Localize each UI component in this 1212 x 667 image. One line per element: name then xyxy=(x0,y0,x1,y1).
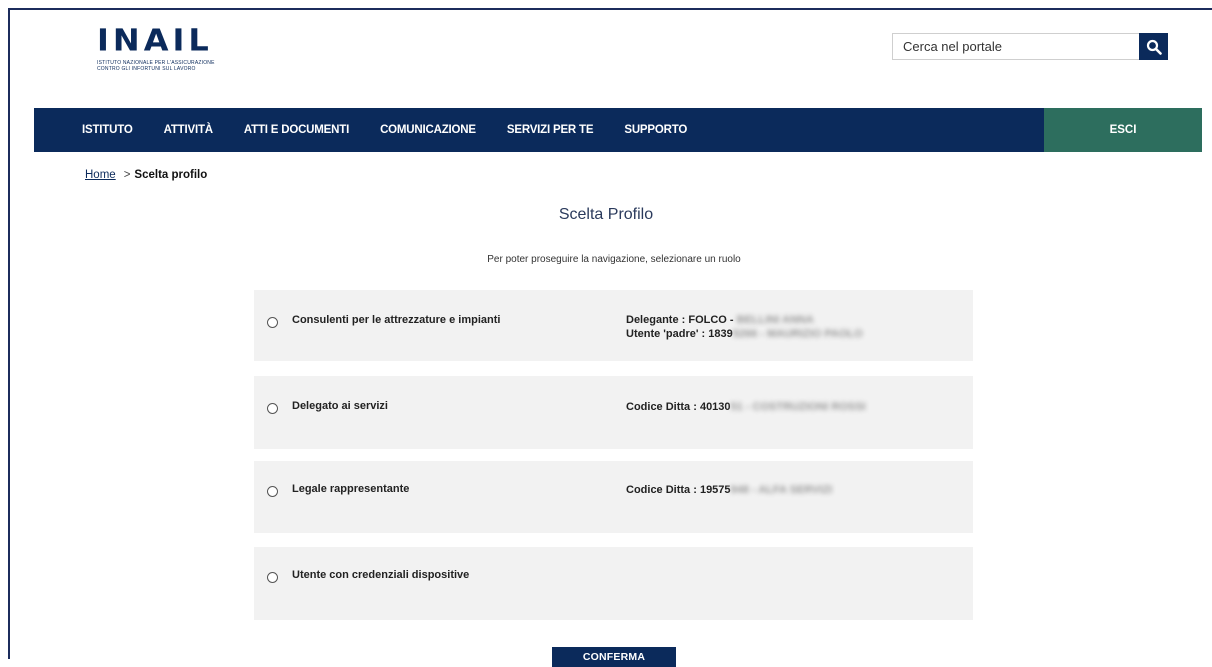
nav-item-atti-e-documenti[interactable]: ATTI E DOCUMENTI xyxy=(244,124,349,136)
nav-items: ISTITUTO ATTIVITÀ ATTI E DOCUMENTI COMUN… xyxy=(34,108,1044,152)
logo-subtitle: ISTITUTO NAZIONALE PER L'ASSICURAZIONE C… xyxy=(97,60,215,72)
utente-padre-blurred-text: 5266 - MAURIZIO PAOLO xyxy=(732,328,863,340)
profile-detail: Codice Ditta : 19575948 - ALFA SERVIZI xyxy=(626,483,832,497)
profile-detail-line1: Delegante : FOLCO - BELLINI ANNA xyxy=(626,313,863,327)
breadcrumb-home-link[interactable]: Home xyxy=(85,169,116,181)
profile-detail: Codice Ditta : 4013051 - COSTRUZIONI ROS… xyxy=(626,400,866,414)
exit-button[interactable]: ESCI xyxy=(1044,108,1202,152)
profile-radio[interactable] xyxy=(267,317,278,328)
search-input[interactable] xyxy=(893,34,1139,59)
codice-ditta-text: Codice Ditta : 19575 xyxy=(626,484,731,496)
codice-ditta-blurred-text: 51 - COSTRUZIONI ROSSI xyxy=(730,401,866,413)
nav-item-supporto[interactable]: SUPPORTO xyxy=(624,124,687,136)
page-subtitle: Per poter proseguire la navigazione, sel… xyxy=(487,254,741,265)
breadcrumb-current: Scelta profilo xyxy=(134,169,208,181)
nav-item-istituto[interactable]: ISTITUTO xyxy=(82,124,133,136)
search-box xyxy=(892,33,1168,60)
profile-option-utente-dispositive[interactable]: Utente con credenziali dispositive xyxy=(254,547,973,620)
delegante-text: Delegante : FOLCO - xyxy=(626,314,737,326)
breadcrumb: Home > Scelta profilo xyxy=(85,169,207,181)
profile-label: Legale rappresentante xyxy=(292,483,410,495)
profile-label: Delegato ai servizi xyxy=(292,400,388,412)
profile-detail-line2: Utente 'padre' : 18395266 - MAURIZIO PAO… xyxy=(626,327,863,341)
profile-option-consulenti[interactable]: Consulenti per le attrezzature e impiant… xyxy=(254,290,973,361)
profile-radio[interactable] xyxy=(267,403,278,414)
utente-padre-text: Utente 'padre' : 1839 xyxy=(626,328,733,340)
logo-subtitle-line2: CONTRO GLI INFORTUNI SUL LAVORO xyxy=(97,66,196,72)
main-nav: ISTITUTO ATTIVITÀ ATTI E DOCUMENTI COMUN… xyxy=(34,108,1202,152)
codice-ditta-blurred-text: 948 - ALFA SERVIZI xyxy=(730,484,833,496)
nav-item-attivita[interactable]: ATTIVITÀ xyxy=(164,124,213,136)
page-title: Scelta Profilo xyxy=(558,206,654,223)
nav-item-comunicazione[interactable]: COMUNICAZIONE xyxy=(380,124,476,136)
profile-radio[interactable] xyxy=(267,486,278,497)
codice-ditta-text: Codice Ditta : 40130 xyxy=(626,401,731,413)
logo-wordmark: INAIL xyxy=(97,21,213,59)
delegante-blurred-text: BELLINI ANNA xyxy=(736,314,814,326)
profile-radio[interactable] xyxy=(267,572,278,583)
breadcrumb-separator: > xyxy=(123,169,131,181)
search-button[interactable] xyxy=(1139,33,1168,60)
search-icon xyxy=(1146,39,1162,55)
profile-option-delegato[interactable]: Delegato ai servizi Codice Ditta : 40130… xyxy=(254,376,973,449)
profile-detail: Delegante : FOLCO - BELLINI ANNA Utente … xyxy=(626,313,863,341)
profile-label: Utente con credenziali dispositive xyxy=(292,569,470,581)
profile-label: Consulenti per le attrezzature e impiant… xyxy=(292,314,501,326)
profile-option-legale[interactable]: Legale rappresentante Codice Ditta : 195… xyxy=(254,461,973,533)
inail-logo[interactable]: INAIL ISTITUTO NAZIONALE PER L'ASSICURAZ… xyxy=(97,24,215,72)
nav-item-servizi-per-te[interactable]: SERVIZI PER TE xyxy=(507,124,594,136)
confirm-button[interactable]: CONFERMA xyxy=(552,647,676,667)
